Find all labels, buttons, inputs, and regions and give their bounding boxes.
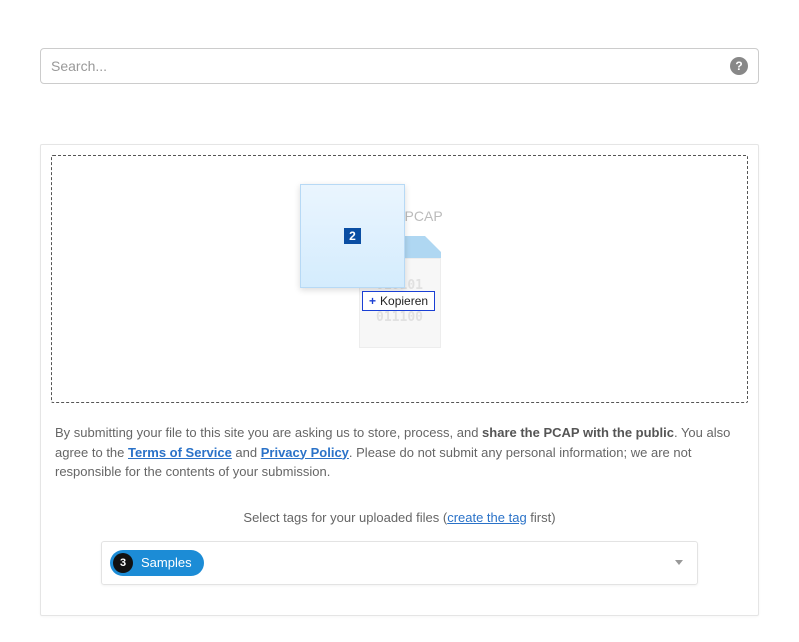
privacy-link[interactable]: Privacy Policy [261,445,349,460]
binary-line: 011100 [359,310,441,326]
upload-card: Upload PCAP 010101 011010 011100 2 + Kop… [40,144,759,616]
tag-badge: 3 [113,553,133,573]
plus-icon: + [369,294,376,308]
create-tag-link[interactable]: create the tag [447,510,527,525]
selected-tag-chip[interactable]: 3 Samples [110,550,204,576]
help-icon[interactable]: ? [730,57,748,75]
tooltip-text: Kopieren [380,294,428,308]
chevron-down-icon [675,560,683,565]
drag-count-badge: 2 [344,228,361,244]
drag-preview-thumbnail[interactable]: 2 [300,184,405,288]
drag-action-tooltip: + Kopieren [362,291,435,311]
tags-select[interactable]: 3 Samples [101,541,698,585]
disclaimer-text: By submitting your file to this site you… [51,423,748,482]
search-bar: ? [40,48,759,84]
search-input[interactable] [51,58,730,74]
tos-link[interactable]: Terms of Service [128,445,232,460]
tags-prompt: Select tags for your uploaded files (cre… [51,510,748,525]
upload-dropzone[interactable]: Upload PCAP 010101 011010 011100 2 + Kop… [51,155,748,403]
tag-label: Samples [141,555,192,570]
